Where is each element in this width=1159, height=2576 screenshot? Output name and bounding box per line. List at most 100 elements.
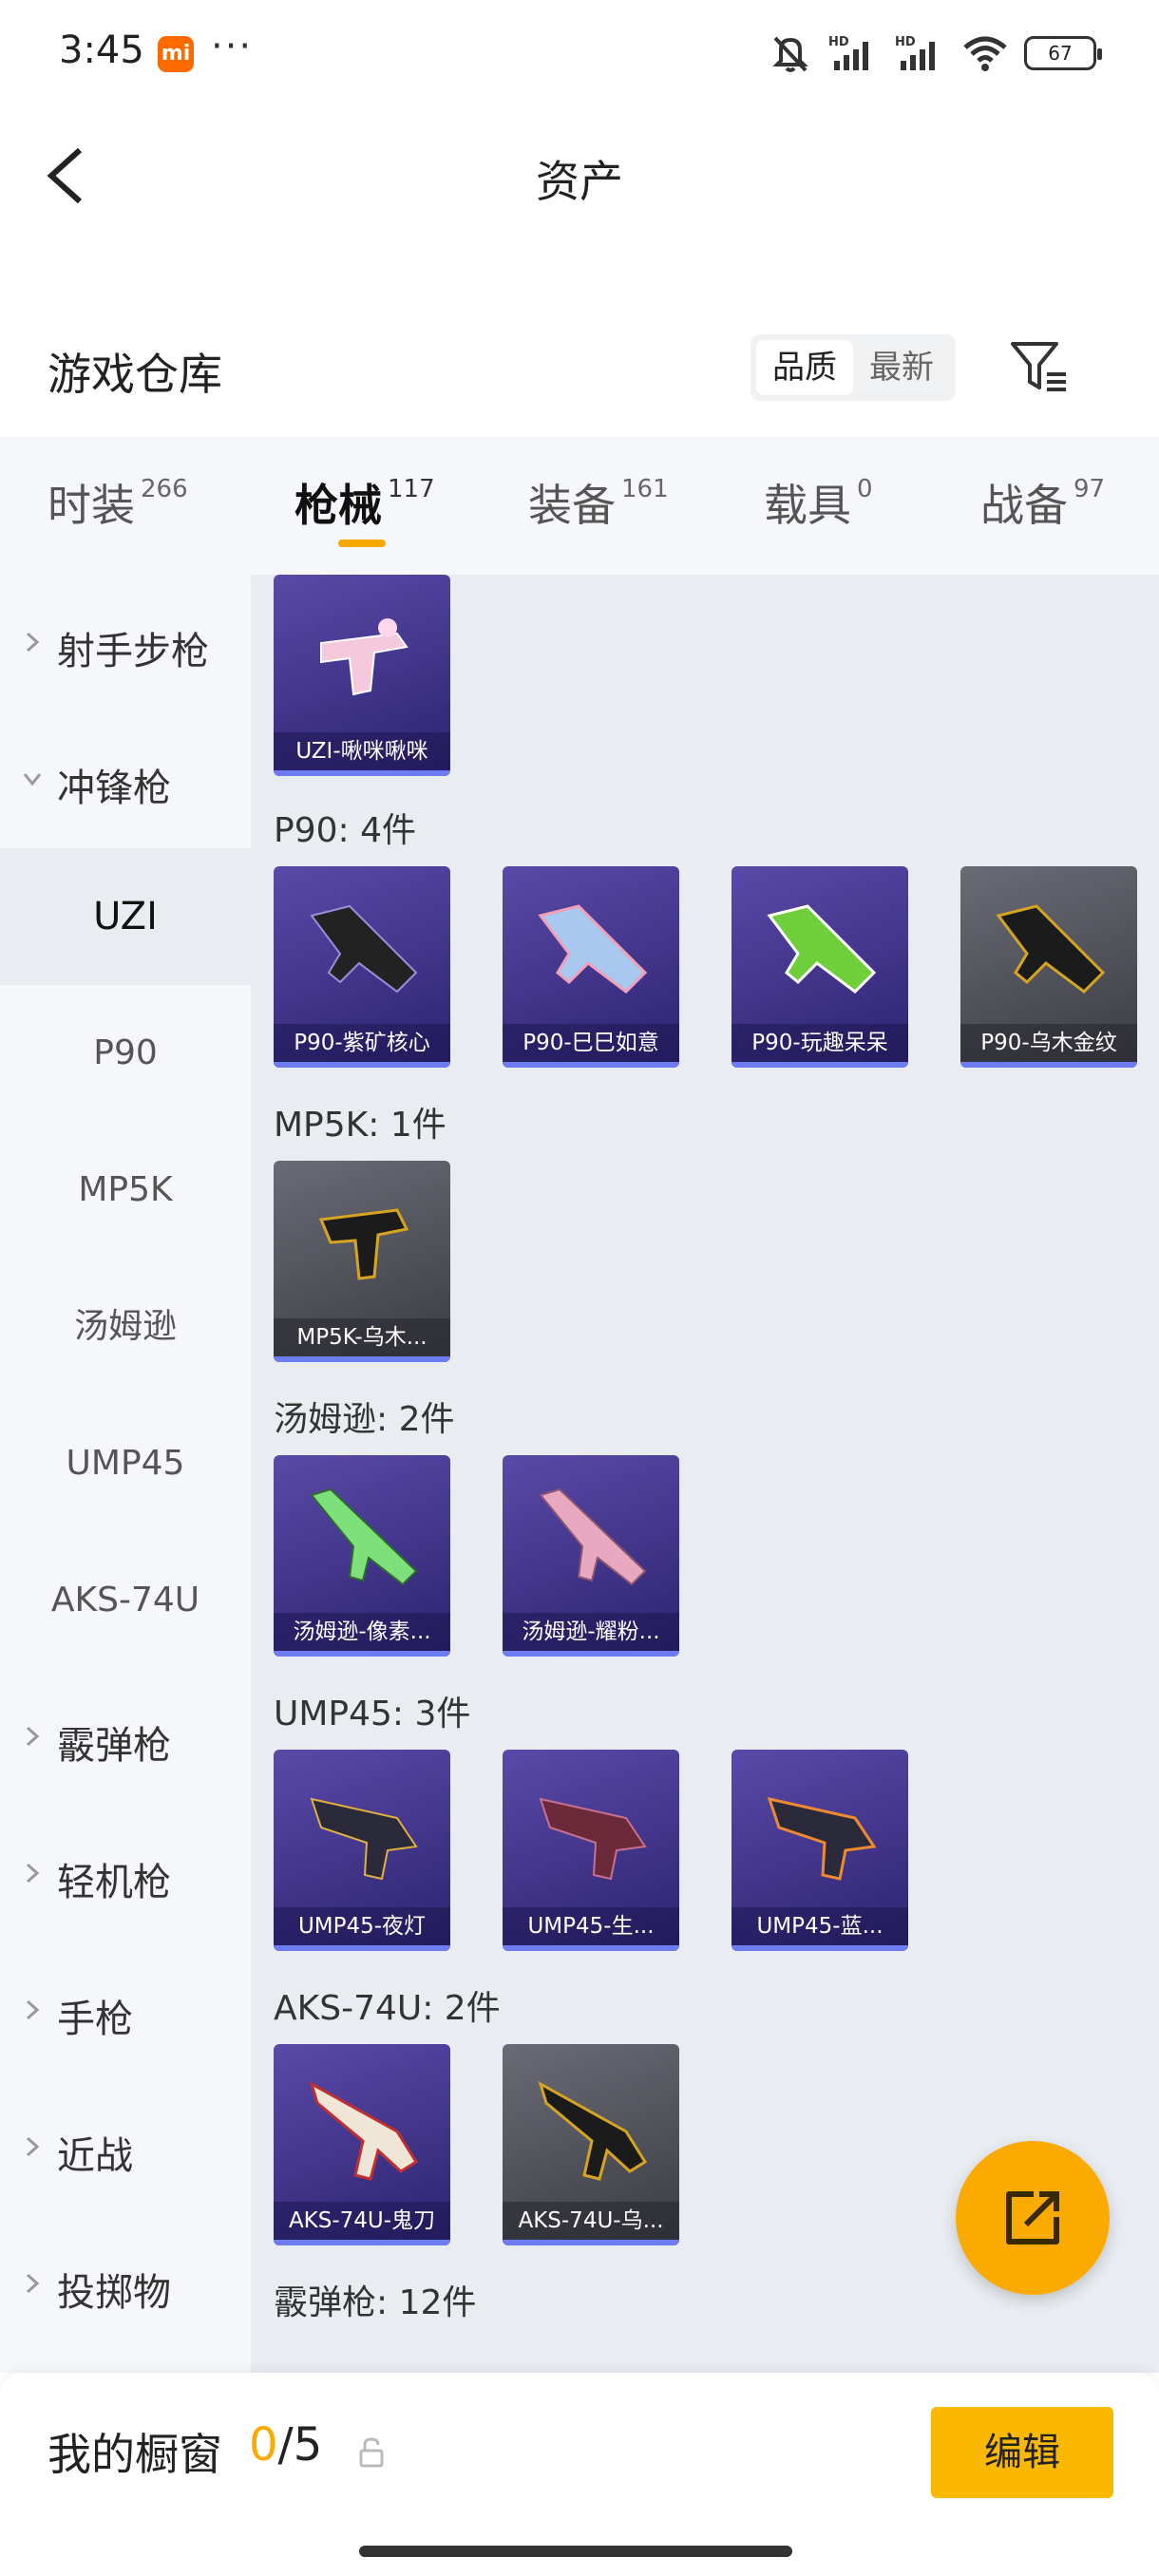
tab-label: 时装 <box>48 480 135 531</box>
rarity-bar <box>503 1062 679 1068</box>
group-label: 霰弹枪: 12件 <box>274 2283 477 2322</box>
item-name: P90-玩趣呆呆 <box>732 1024 908 1062</box>
svg-text:HD: HD <box>895 35 916 49</box>
item-name: AKS-74U-鬼刀 <box>274 2202 450 2240</box>
page-title: 资产 <box>536 156 623 207</box>
item-name: 汤姆逊-像素... <box>274 1613 450 1651</box>
ump45-skin-icon <box>767 1796 877 1881</box>
ump45-skin-icon <box>539 1797 647 1881</box>
status-icons: HD HD 67 <box>768 32 1102 74</box>
sidebar-item-pistol[interactable]: 手枪 <box>0 1942 251 2079</box>
tab-count: 161 <box>621 475 669 503</box>
sidebar-sub-thompson[interactable]: 汤姆逊 <box>0 1259 251 1395</box>
sidebar-item-label: 射手步枪 <box>57 630 209 673</box>
showcase-count-separator: / <box>277 2418 294 2472</box>
group-label: 汤姆逊: 2件 <box>274 1400 455 1439</box>
item-card[interactable]: MP5K-乌木... <box>274 1161 450 1362</box>
p90-skin-icon <box>538 904 648 994</box>
tab-count: 0 <box>857 475 873 503</box>
sidebar-item-smg[interactable]: 冲锋枪 <box>0 711 251 848</box>
chevron-down-icon <box>23 773 42 786</box>
item-card[interactable]: AKS-74U-鬼刀 <box>274 2044 450 2245</box>
rarity-bar <box>960 1062 1137 1068</box>
sort-option-quality[interactable]: 品质 <box>756 340 853 395</box>
rarity-bar <box>274 1062 450 1068</box>
item-card[interactable]: UMP45-蓝... <box>732 1750 908 1951</box>
item-name: UMP45-生... <box>503 1907 679 1945</box>
home-indicator[interactable] <box>359 2546 792 2557</box>
sidebar-sub-ump45[interactable]: UMP45 <box>0 1395 251 1532</box>
tab-tactical[interactable]: 战备 97 <box>980 471 1105 534</box>
sort-toggle: 品质 最新 <box>750 334 956 401</box>
showcase-label: 我的橱窗 <box>48 2429 222 2480</box>
item-card[interactable]: 汤姆逊-像素... <box>274 1455 450 1657</box>
item-name: 汤姆逊-耀粉... <box>503 1613 679 1651</box>
mp5k-skin-icon <box>318 1208 409 1280</box>
item-card[interactable]: UZI-啾咪啾咪 <box>274 575 450 776</box>
sort-option-latest[interactable]: 最新 <box>853 340 950 395</box>
aks74u-skin-icon <box>309 2080 419 2181</box>
item-card[interactable]: UMP45-生... <box>503 1750 679 1951</box>
item-card[interactable]: P90-紫矿核心 <box>274 866 450 1068</box>
item-name: AKS-74U-乌... <box>503 2202 679 2240</box>
item-card[interactable]: P90-玩趣呆呆 <box>732 866 908 1068</box>
sidebar-item-label: 冲锋枪 <box>57 767 171 810</box>
sidebar-item-throwable[interactable]: 投掷物 <box>0 2216 251 2353</box>
sidebar-sub-mp5k[interactable]: MP5K <box>0 1122 251 1259</box>
tab-firearms[interactable]: 枪械 117 <box>294 471 435 534</box>
item-name: P90-乌木金纹 <box>960 1024 1137 1062</box>
sidebar-sub-aks74u[interactable]: AKS-74U <box>0 1532 251 1669</box>
rarity-bar <box>732 1062 908 1068</box>
item-name: UMP45-蓝... <box>732 1907 908 1945</box>
bottom-bar: 我的橱窗 0/5 编辑 <box>0 2373 1159 2576</box>
item-name: MP5K-乌木... <box>274 1318 450 1356</box>
status-time: 3:45 <box>59 28 144 72</box>
hd-signal-icon: HD <box>895 35 935 70</box>
item-card[interactable]: UMP45-夜灯 <box>274 1750 450 1951</box>
rarity-bar <box>503 1651 679 1657</box>
chevron-right-icon <box>26 632 40 653</box>
item-card[interactable]: P90-巳巳如意 <box>503 866 679 1068</box>
tab-label: 战备 <box>980 480 1068 531</box>
weapon-type-sidebar: 射手步枪 冲锋枪 UZI P90 MP5K 汤姆逊 UMP45 AKS-74U … <box>0 575 251 2373</box>
svg-text:HD: HD <box>828 35 849 49</box>
sidebar-item-marksman-rifle[interactable]: 射手步枪 <box>0 575 251 711</box>
filter-icon[interactable] <box>1009 338 1070 395</box>
active-tab-indicator <box>338 540 386 547</box>
tab-equipment[interactable]: 装备 161 <box>528 471 669 534</box>
item-name: P90-巳巳如意 <box>503 1024 679 1062</box>
item-name: UMP45-夜灯 <box>274 1907 450 1945</box>
category-tabs: 时装 266 枪械 117 装备 161 载具 0 战备 97 <box>0 437 1159 575</box>
item-card[interactable]: 汤姆逊-耀粉... <box>503 1455 679 1657</box>
item-name: P90-紫矿核心 <box>274 1024 450 1062</box>
share-icon <box>1006 2191 1059 2245</box>
rarity-bar <box>503 1945 679 1951</box>
tab-vehicles[interactable]: 载具 0 <box>764 471 873 534</box>
weapon-grid: UZI-啾咪啾咪 P90: 4件 P90-紫矿核心 P90-巳巳如意 P90-玩… <box>251 575 1159 2373</box>
item-card[interactable]: AKS-74U-乌... <box>503 2044 679 2245</box>
p90-skin-icon <box>767 904 877 994</box>
chevron-right-icon <box>26 1726 40 1747</box>
sidebar-sub-uzi[interactable]: UZI <box>0 848 251 985</box>
showcase-count-current: 0 <box>249 2418 278 2472</box>
aks74u-skin-icon <box>538 2080 648 2181</box>
wifi-icon <box>963 36 1007 71</box>
smg-skin-icon <box>320 618 408 696</box>
more-notifications-icon: ··· <box>211 25 254 68</box>
sidebar-item-label: 手枪 <box>57 1998 133 2041</box>
tab-count: 97 <box>1074 475 1106 503</box>
sidebar-item-melee[interactable]: 近战 <box>0 2079 251 2216</box>
edit-button[interactable]: 编辑 <box>931 2407 1113 2498</box>
mute-icon <box>772 36 808 72</box>
sidebar-item-shotgun[interactable]: 霰弹枪 <box>0 1669 251 1806</box>
item-card[interactable]: P90-乌木金纹 <box>960 866 1137 1068</box>
sidebar-item-lmg[interactable]: 轻机枪 <box>0 1806 251 1942</box>
share-button[interactable] <box>956 2141 1110 2295</box>
sidebar-sub-p90[interactable]: P90 <box>0 985 251 1122</box>
group-label: MP5K: 1件 <box>274 1106 446 1145</box>
chevron-right-icon <box>26 2273 40 2294</box>
thompson-skin-icon <box>310 1487 418 1586</box>
rarity-bar <box>274 2240 450 2245</box>
tab-count: 266 <box>141 475 188 503</box>
tab-fashion[interactable]: 时装 266 <box>48 471 188 534</box>
